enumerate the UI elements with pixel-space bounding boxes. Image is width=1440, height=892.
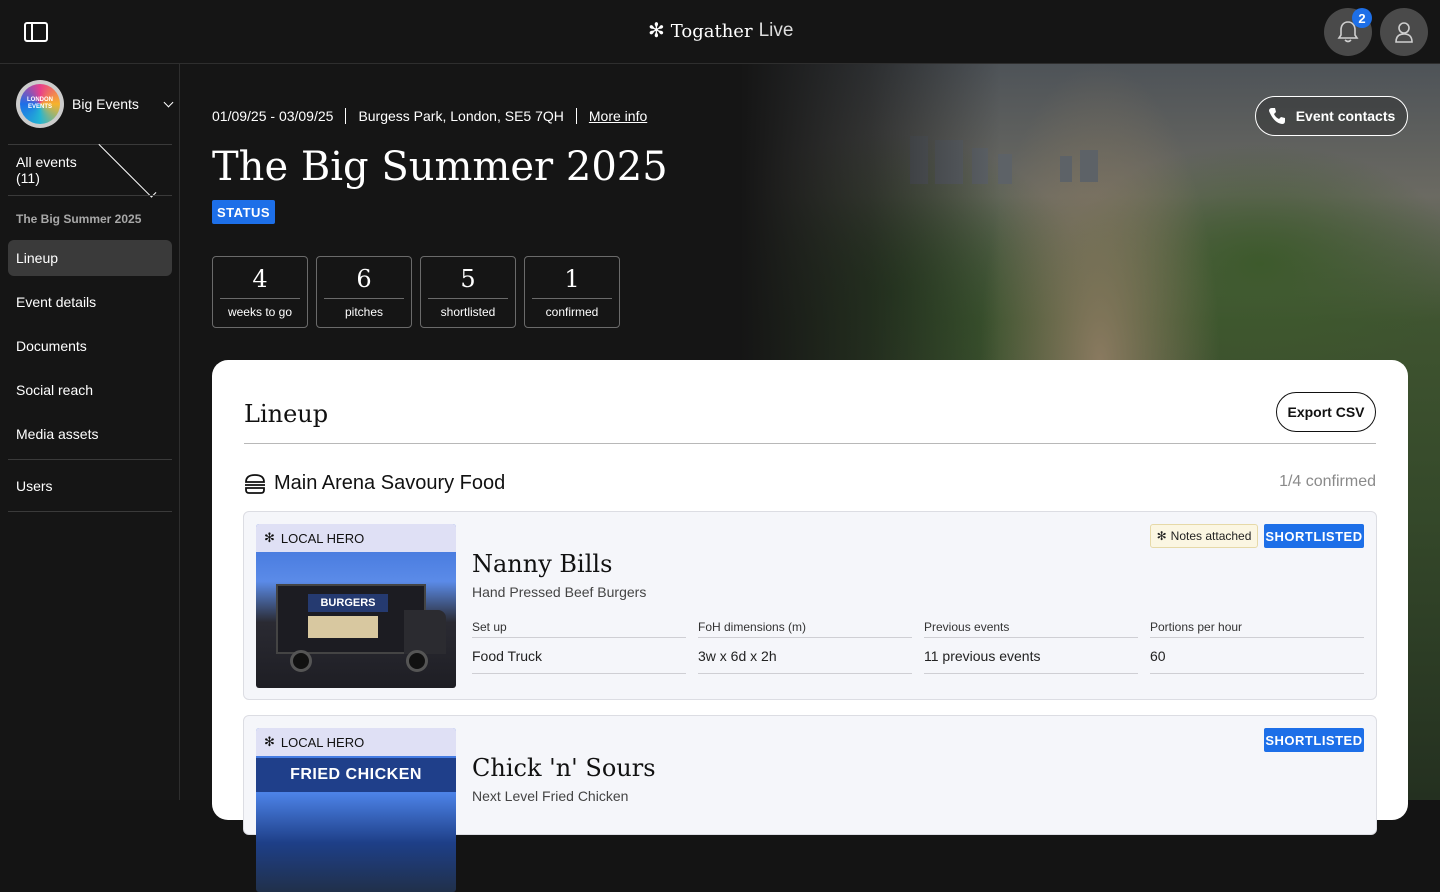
- stat-shortlisted: 5 shortlisted: [420, 256, 516, 328]
- brand-name-strong: Togather: [670, 20, 753, 42]
- asterisk-logo-icon: ✻: [648, 20, 665, 42]
- event-contacts-button[interactable]: Event contacts: [1255, 96, 1408, 136]
- stat-pitches: 6 pitches: [316, 256, 412, 328]
- attr-setup: Set up Food Truck: [472, 620, 686, 674]
- local-hero-tag: ✻ LOCAL HERO: [256, 728, 456, 756]
- vendor-image: BURGERS ✻ LOCAL HERO: [256, 524, 456, 688]
- lineup-section-header: Main Arena Savoury Food: [244, 472, 505, 495]
- status-badge: SHORTLISTED: [1264, 524, 1364, 548]
- stat-label: shortlisted: [440, 305, 496, 319]
- more-info-link[interactable]: More info: [589, 108, 647, 124]
- stat-weeks-to-go: 4 weeks to go: [212, 256, 308, 328]
- lineup-section-title: Main Arena Savoury Food: [274, 472, 506, 494]
- stat-label: pitches: [344, 305, 384, 319]
- phone-icon: [1268, 108, 1285, 124]
- event-location: Burgess Park, London, SE5 7QH: [358, 108, 564, 124]
- event-dates: 01/09/25 - 03/09/25: [212, 108, 334, 124]
- sidebar-divider: [8, 511, 172, 512]
- attr-foh-dimensions: FoH dimensions (m) 3w x 6d x 2h: [698, 620, 912, 674]
- user-avatar-button[interactable]: [1380, 8, 1428, 56]
- stat-value: 1: [532, 265, 612, 299]
- status-badge: STATUS: [212, 200, 276, 224]
- event-contacts-label: Event contacts: [1295, 108, 1396, 124]
- attr-previous-events: Previous events 11 previous events: [924, 620, 1138, 674]
- lineup-item[interactable]: BURGERS ✻ LOCAL HERO ✻ Notes attached SH…: [243, 511, 1377, 700]
- stat-value: 4: [220, 265, 300, 299]
- org-switcher[interactable]: LONDON EVENTS Big Events: [16, 80, 174, 128]
- vendor-attributes: Set up Food Truck FoH dimensions (m) 3w …: [472, 620, 1364, 674]
- chevron-down-icon: [163, 97, 174, 107]
- sidebar-divider: [8, 195, 172, 196]
- stat-value: 6: [324, 265, 404, 299]
- sidebar-item-documents[interactable]: Documents: [8, 328, 172, 364]
- stat-label: weeks to go: [227, 305, 293, 319]
- local-hero-tag: ✻ LOCAL HERO: [256, 524, 456, 552]
- all-events-dropdown[interactable]: All events (11): [16, 139, 164, 197]
- sidebar-divider: [8, 144, 172, 145]
- top-bar: ✻ Togather Live 2: [0, 0, 1440, 64]
- tag-label: LOCAL HERO: [280, 734, 365, 750]
- sidebar-divider: [8, 459, 172, 460]
- lineup-title: Lineup: [244, 400, 329, 428]
- lineup-item[interactable]: FRIED CHICKEN ✻ LOCAL HERO SHORTLISTED C…: [243, 715, 1377, 892]
- brand-logo[interactable]: ✻ Togather Live: [648, 20, 793, 42]
- sidebar-item-event-details[interactable]: Event details: [8, 284, 172, 320]
- stat-label: confirmed: [545, 305, 599, 319]
- brand-name-light: Live: [758, 20, 794, 41]
- event-meta: 01/09/25 - 03/09/25 Burgess Park, London…: [212, 108, 647, 124]
- sidebar-item-media-assets[interactable]: Media assets: [8, 416, 172, 452]
- sidebar-item-lineup[interactable]: Lineup: [8, 240, 172, 276]
- notification-count-badge: 2: [1352, 8, 1372, 28]
- vendor-description: Next Level Fried Chicken: [472, 788, 629, 804]
- sidebar-item-social-reach[interactable]: Social reach: [8, 372, 172, 408]
- asterisk-icon: ✻: [1156, 529, 1167, 543]
- vendor-name: Nanny Bills: [472, 550, 613, 578]
- stat-confirmed: 1 confirmed: [524, 256, 620, 328]
- tag-label: LOCAL HERO: [280, 530, 365, 546]
- chevron-down-icon: [97, 139, 156, 197]
- user-icon: [1395, 22, 1413, 43]
- lineup-divider: [244, 443, 1376, 444]
- section-confirmed-count: 1/4 confirmed: [1279, 473, 1376, 490]
- attr-portions-per-hour: Portions per hour 60: [1150, 620, 1364, 674]
- event-stats: 4 weeks to go 6 pitches 5 shortlisted 1 …: [212, 256, 620, 328]
- status-badge: SHORTLISTED: [1264, 728, 1364, 752]
- all-events-label: All events (11): [16, 154, 77, 186]
- lineup-card: Lineup Export CSV Main Arena Savoury Foo…: [212, 360, 1408, 892]
- vendor-image: FRIED CHICKEN ✻ LOCAL HERO: [256, 728, 456, 892]
- meta-separator: [575, 108, 577, 124]
- stat-value: 5: [428, 265, 508, 299]
- vendor-description: Hand Pressed Beef Burgers: [472, 584, 647, 600]
- org-logo: LONDON EVENTS: [16, 80, 64, 128]
- meta-separator: [345, 108, 347, 124]
- asterisk-icon: ✻: [264, 530, 275, 545]
- org-name: Big Events: [72, 96, 139, 112]
- burger-icon: [245, 473, 265, 494]
- vendor-name: Chick 'n' Sours: [472, 754, 656, 782]
- asterisk-icon: ✻: [264, 734, 275, 749]
- sidebar-toggle-icon[interactable]: [24, 22, 48, 42]
- sidebar: LONDON EVENTS Big Events All events (11)…: [0, 64, 180, 800]
- notes-attached-badge[interactable]: ✻ Notes attached: [1150, 524, 1258, 548]
- page-title: The Big Summer 2025: [212, 144, 668, 190]
- sidebar-section-label: The Big Summer 2025: [16, 212, 142, 226]
- notes-label: Notes attached: [1170, 529, 1252, 543]
- sidebar-item-users[interactable]: Users: [8, 468, 172, 504]
- export-csv-button[interactable]: Export CSV: [1276, 392, 1376, 432]
